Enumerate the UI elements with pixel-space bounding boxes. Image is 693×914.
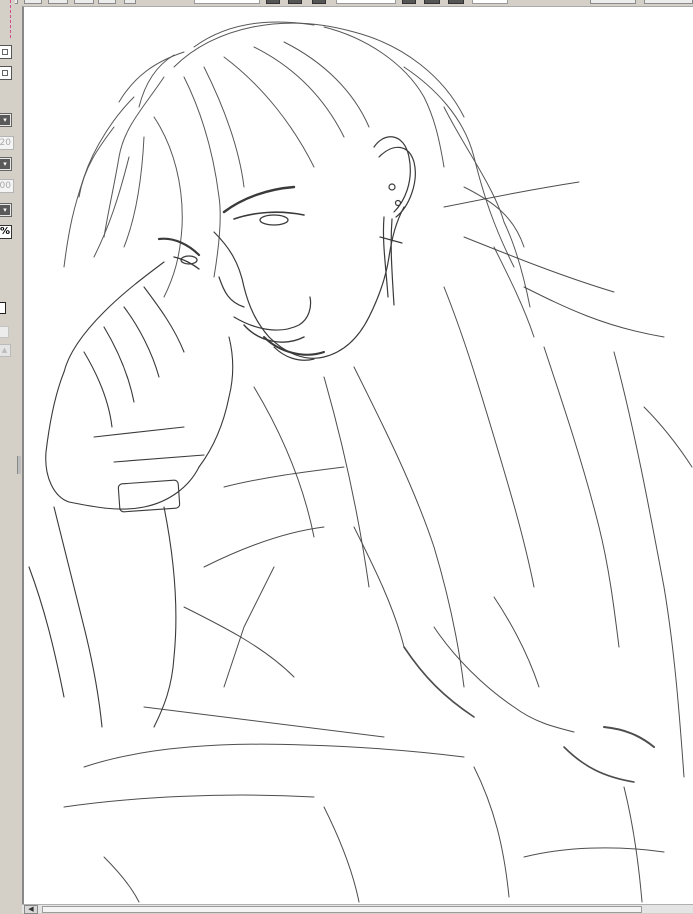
toolbar-button[interactable] <box>644 0 693 4</box>
horizontal-scrollbar[interactable]: ◀ <box>22 904 693 914</box>
toolbar-toggle[interactable] <box>124 0 136 4</box>
sketch-artwork <box>28 21 693 903</box>
toolbar-button[interactable] <box>590 0 636 4</box>
chevron-down-icon: ▾ <box>0 159 10 169</box>
toolbar-button[interactable] <box>448 0 464 4</box>
toolbar-button[interactable] <box>24 0 42 4</box>
panel-disabled-control <box>0 326 9 338</box>
panel-splitter-handle[interactable] <box>17 456 21 474</box>
panel-number-field[interactable]: 00 <box>0 179 14 193</box>
panel-checkbox[interactable] <box>0 66 12 80</box>
toolbar-field[interactable] <box>336 0 396 4</box>
panel-checkbox[interactable] <box>0 302 6 314</box>
toolbar-button[interactable] <box>266 0 280 4</box>
chevron-down-icon: ▾ <box>0 115 10 125</box>
toolbar-button[interactable] <box>312 0 326 4</box>
percent-field[interactable]: % <box>0 225 12 239</box>
scroll-up-icon[interactable]: ▲ <box>0 344 11 357</box>
toolbar-button[interactable] <box>98 0 116 4</box>
toolbar-field[interactable] <box>194 0 260 4</box>
toolbar-button[interactable] <box>48 0 68 4</box>
panel-checkbox[interactable] <box>0 45 12 59</box>
scrollbar-thumb[interactable] <box>42 906 642 913</box>
toolbar-button[interactable] <box>402 0 416 4</box>
panel-number-field[interactable]: 20 <box>0 136 14 150</box>
panel-dropdown[interactable]: ▾ <box>0 157 12 171</box>
drawing-canvas[interactable] <box>22 6 693 904</box>
selection-marquee-edge <box>10 0 11 38</box>
panel-dropdown[interactable]: ▾ <box>0 203 12 217</box>
toolbar-button[interactable] <box>424 0 440 4</box>
left-tool-panel: ▾ 20 ▾ 00 ▾ % ▲ <box>0 0 15 913</box>
panel-dropdown[interactable]: ▾ <box>0 113 12 127</box>
toolbar-button[interactable] <box>74 0 94 4</box>
toolbar-button[interactable] <box>288 0 302 4</box>
toolbar-field[interactable] <box>472 0 508 4</box>
chevron-down-icon: ▾ <box>0 205 10 215</box>
